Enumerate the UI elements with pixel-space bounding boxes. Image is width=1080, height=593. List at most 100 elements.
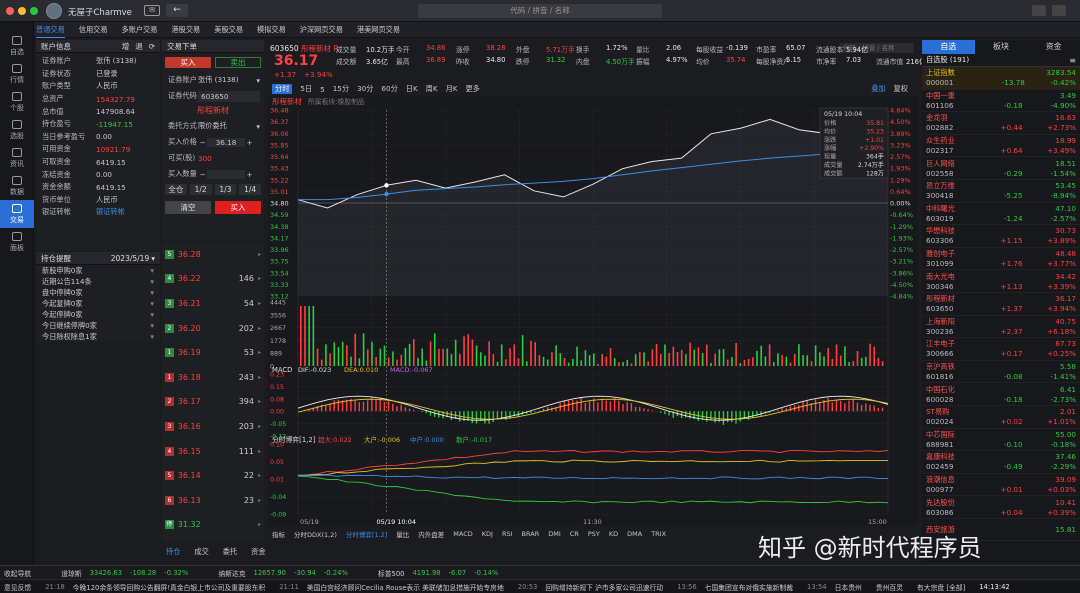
book-row[interactable]: 5 36.28 ▸ <box>162 242 264 267</box>
watch-tab-2[interactable]: 资金 <box>1027 40 1080 54</box>
indicator-tab-5[interactable]: MACD <box>453 530 472 538</box>
reminder-item[interactable]: 盘中停牌0家 ▾ <box>36 287 160 298</box>
qty-ratio-button[interactable]: 1/3 <box>214 184 237 195</box>
watchlist-item[interactable]: 南大光电 34.42 300346 +1.13 +3.39% <box>922 270 1080 293</box>
nav-item-4[interactable]: 资讯 <box>0 144 34 172</box>
chevron-down-icon[interactable]: ▾ <box>256 122 260 131</box>
nav-item-2[interactable]: 个股 <box>0 88 34 116</box>
watchlist-item[interactable]: 中芯国际 55.00 688981 -0.10 -0.18% <box>922 429 1080 452</box>
book-row[interactable]: 2 36.17 394 ▸ <box>162 390 264 415</box>
indicator-tab-9[interactable]: DMI <box>548 530 561 538</box>
watchlist-item[interactable]: 江丰电子 67.73 300666 +0.17 +0.25% <box>922 338 1080 361</box>
news-headline[interactable]: 日本贵州 <box>835 582 862 592</box>
period-tab-1[interactable]: 5日 <box>300 84 312 94</box>
stock-code-input[interactable]: 603650 <box>198 90 260 102</box>
watchlist-item[interactable]: 中科曙光 47.10 603019 -1.24 -2.57% <box>922 203 1080 226</box>
watchlist-item[interactable]: 彤程新材 36.17 603650 +1.37 +3.94% <box>922 293 1080 316</box>
buy-tab[interactable]: 买入 <box>165 57 211 68</box>
indicator-tab-7[interactable]: RSI <box>502 530 513 538</box>
index-name[interactable]: 道琼斯 <box>61 568 81 578</box>
reminder-date[interactable]: 2023/5/19 <box>111 254 149 263</box>
message-icon[interactable]: ✉ <box>144 5 160 16</box>
top-tab-2[interactable]: 多账户交易 <box>122 22 158 38</box>
period-tab-6[interactable]: 日K <box>406 84 418 94</box>
chevron-down-icon[interactable]: ▾ <box>151 254 155 263</box>
user-avatar[interactable] <box>46 3 62 19</box>
refresh-icon[interactable]: ⟳ <box>149 42 155 51</box>
top-tab-4[interactable]: 美股交易 <box>214 22 243 38</box>
reminder-item[interactable]: 近期公告114条 ▾ <box>36 276 160 287</box>
watchlist-item[interactable]: 先达股份 10.41 603086 +0.04 +0.39% <box>922 496 1080 519</box>
watchlist-item[interactable]: 众生药业 18.99 002317 +0.64 +3.49% <box>922 135 1080 158</box>
entrust-select[interactable]: 限价委托 <box>198 121 256 131</box>
back-button[interactable]: ← <box>166 4 188 17</box>
period-tab-2[interactable]: 5 <box>320 85 325 94</box>
period-tab-3[interactable]: 15分 <box>333 84 349 94</box>
collapse-nav-button[interactable]: 收起导航 <box>4 568 31 578</box>
quantity-input[interactable] <box>207 169 245 179</box>
qty-ratio-button[interactable]: 全仓 <box>165 184 187 195</box>
minimize-window-icon[interactable] <box>18 7 26 15</box>
watch-tab-0[interactable]: 自选 <box>922 40 975 54</box>
indicator-tab-2[interactable]: 分时博弈[1,2] <box>346 529 387 539</box>
top-tab-6[interactable]: 沪深网页交易 <box>300 22 343 38</box>
indicator-tab-14[interactable]: TRIX <box>651 530 666 538</box>
index-name[interactable]: 标普500 <box>378 568 405 578</box>
overlay-button[interactable]: 叠加 <box>871 84 885 94</box>
book-row[interactable]: 2 36.20 202 ▸ <box>162 316 264 341</box>
watchlist-item[interactable]: 华懋科技 30.73 603306 +1.15 +3.89% <box>922 225 1080 248</box>
period-tab-8[interactable]: 月K <box>446 84 458 94</box>
reminder-item[interactable]: 今日除权除息1家 ▾ <box>36 331 160 342</box>
chevron-down-icon[interactable]: ▾ <box>256 76 260 85</box>
book-row[interactable]: 1 36.19 53 ▸ <box>162 340 264 365</box>
logout-account-button[interactable]: 退 <box>135 41 143 52</box>
top-tab-1[interactable]: 信用交易 <box>79 22 108 38</box>
watch-tab-1[interactable]: 板块 <box>975 40 1028 54</box>
nav-item-7[interactable]: 面板 <box>0 228 34 256</box>
top-tab-5[interactable]: 模拟交易 <box>257 22 286 38</box>
watchlist-item[interactable]: 巨人网络 18.51 002558 -0.29 -1.54% <box>922 157 1080 180</box>
nav-item-5[interactable]: 数据 <box>0 172 34 200</box>
indicator-tab-3[interactable]: 量比 <box>396 529 409 539</box>
nav-item-6[interactable]: 交易 <box>0 200 34 228</box>
news-headline[interactable]: 七国集团宣布对俄实施新制裁 <box>705 582 793 592</box>
layout-icon[interactable] <box>1032 5 1046 16</box>
feedback-button[interactable]: 意见反馈 <box>4 582 31 592</box>
add-account-button[interactable]: 增 <box>122 41 130 52</box>
reminder-item[interactable]: 今日继续停牌0家 ▾ <box>36 320 160 331</box>
indicator-tab-0[interactable]: 指标 <box>272 529 285 539</box>
reminder-item[interactable]: 今起停牌0家 ▾ <box>36 309 160 320</box>
top-tab-0[interactable]: 普通交易 <box>36 22 65 38</box>
book-row[interactable]: 5 36.14 22 ▸ <box>162 463 264 488</box>
watchlist-item[interactable]: 上证指数 3283.54 000001 -13.78 -0.42% <box>922 67 1080 90</box>
news-headline[interactable]: 今晚120余条领导回购公告翻屏!真金白银上市公司及重要股东积 <box>73 582 265 592</box>
indicator-tab-6[interactable]: KDJ <box>482 530 493 538</box>
fullscreen-icon[interactable] <box>1052 5 1066 16</box>
indicator-tab-12[interactable]: KD <box>609 530 618 538</box>
period-tab-4[interactable]: 30分 <box>357 84 373 94</box>
qty-ratio-button[interactable]: 1/2 <box>189 184 212 195</box>
price-plus-button[interactable]: + <box>245 138 254 147</box>
book-row[interactable]: 4 36.22 146 ▸ <box>162 267 264 292</box>
watchlist-item[interactable]: ST易购 2.01 002024 +0.02 +1.01% <box>922 406 1080 429</box>
position-tab-1[interactable]: 成交 <box>194 547 208 557</box>
book-row[interactable]: 6 36.13 23 ▸ <box>162 488 264 513</box>
watchlist-title[interactable]: 自选股 (191) <box>926 55 1069 65</box>
nav-item-3[interactable]: 选股 <box>0 116 34 144</box>
book-row[interactable]: 1 36.18 243 ▸ <box>162 365 264 390</box>
watchlist-item[interactable]: 雅创电子 48.48 301099 +1.76 +3.77% <box>922 248 1080 271</box>
status-right-item[interactable]: 有大宗盘 [全部] <box>917 582 965 592</box>
indicator-tab-1[interactable]: 分时DDX(1,2) <box>294 529 337 539</box>
news-headline[interactable]: 美国白宫经济顾问Cecilia Rouse表示 美联储加息措施开始专房地 <box>307 582 504 592</box>
book-row[interactable]: 3 36.16 203 ▸ <box>162 414 264 439</box>
indicator-tab-8[interactable]: BRAR <box>522 530 540 538</box>
position-tab-2[interactable]: 委托 <box>223 547 237 557</box>
book-row[interactable]: 停 31.32 ▸ <box>162 513 264 538</box>
reminder-item[interactable]: 新股申购0家 ▾ <box>36 265 160 276</box>
news-headline[interactable]: 回购增持新规下 沪市多家公司迅速行动 <box>545 582 663 592</box>
watchlist-item[interactable]: 嘉康科技 37.46 002459 -0.49 -2.29% <box>922 451 1080 474</box>
buy-button[interactable]: 买入 <box>215 201 261 214</box>
index-name[interactable]: 纳斯达克 <box>218 568 245 578</box>
top-tab-3[interactable]: 港股交易 <box>171 22 200 38</box>
qty-plus-button[interactable]: + <box>245 170 254 179</box>
